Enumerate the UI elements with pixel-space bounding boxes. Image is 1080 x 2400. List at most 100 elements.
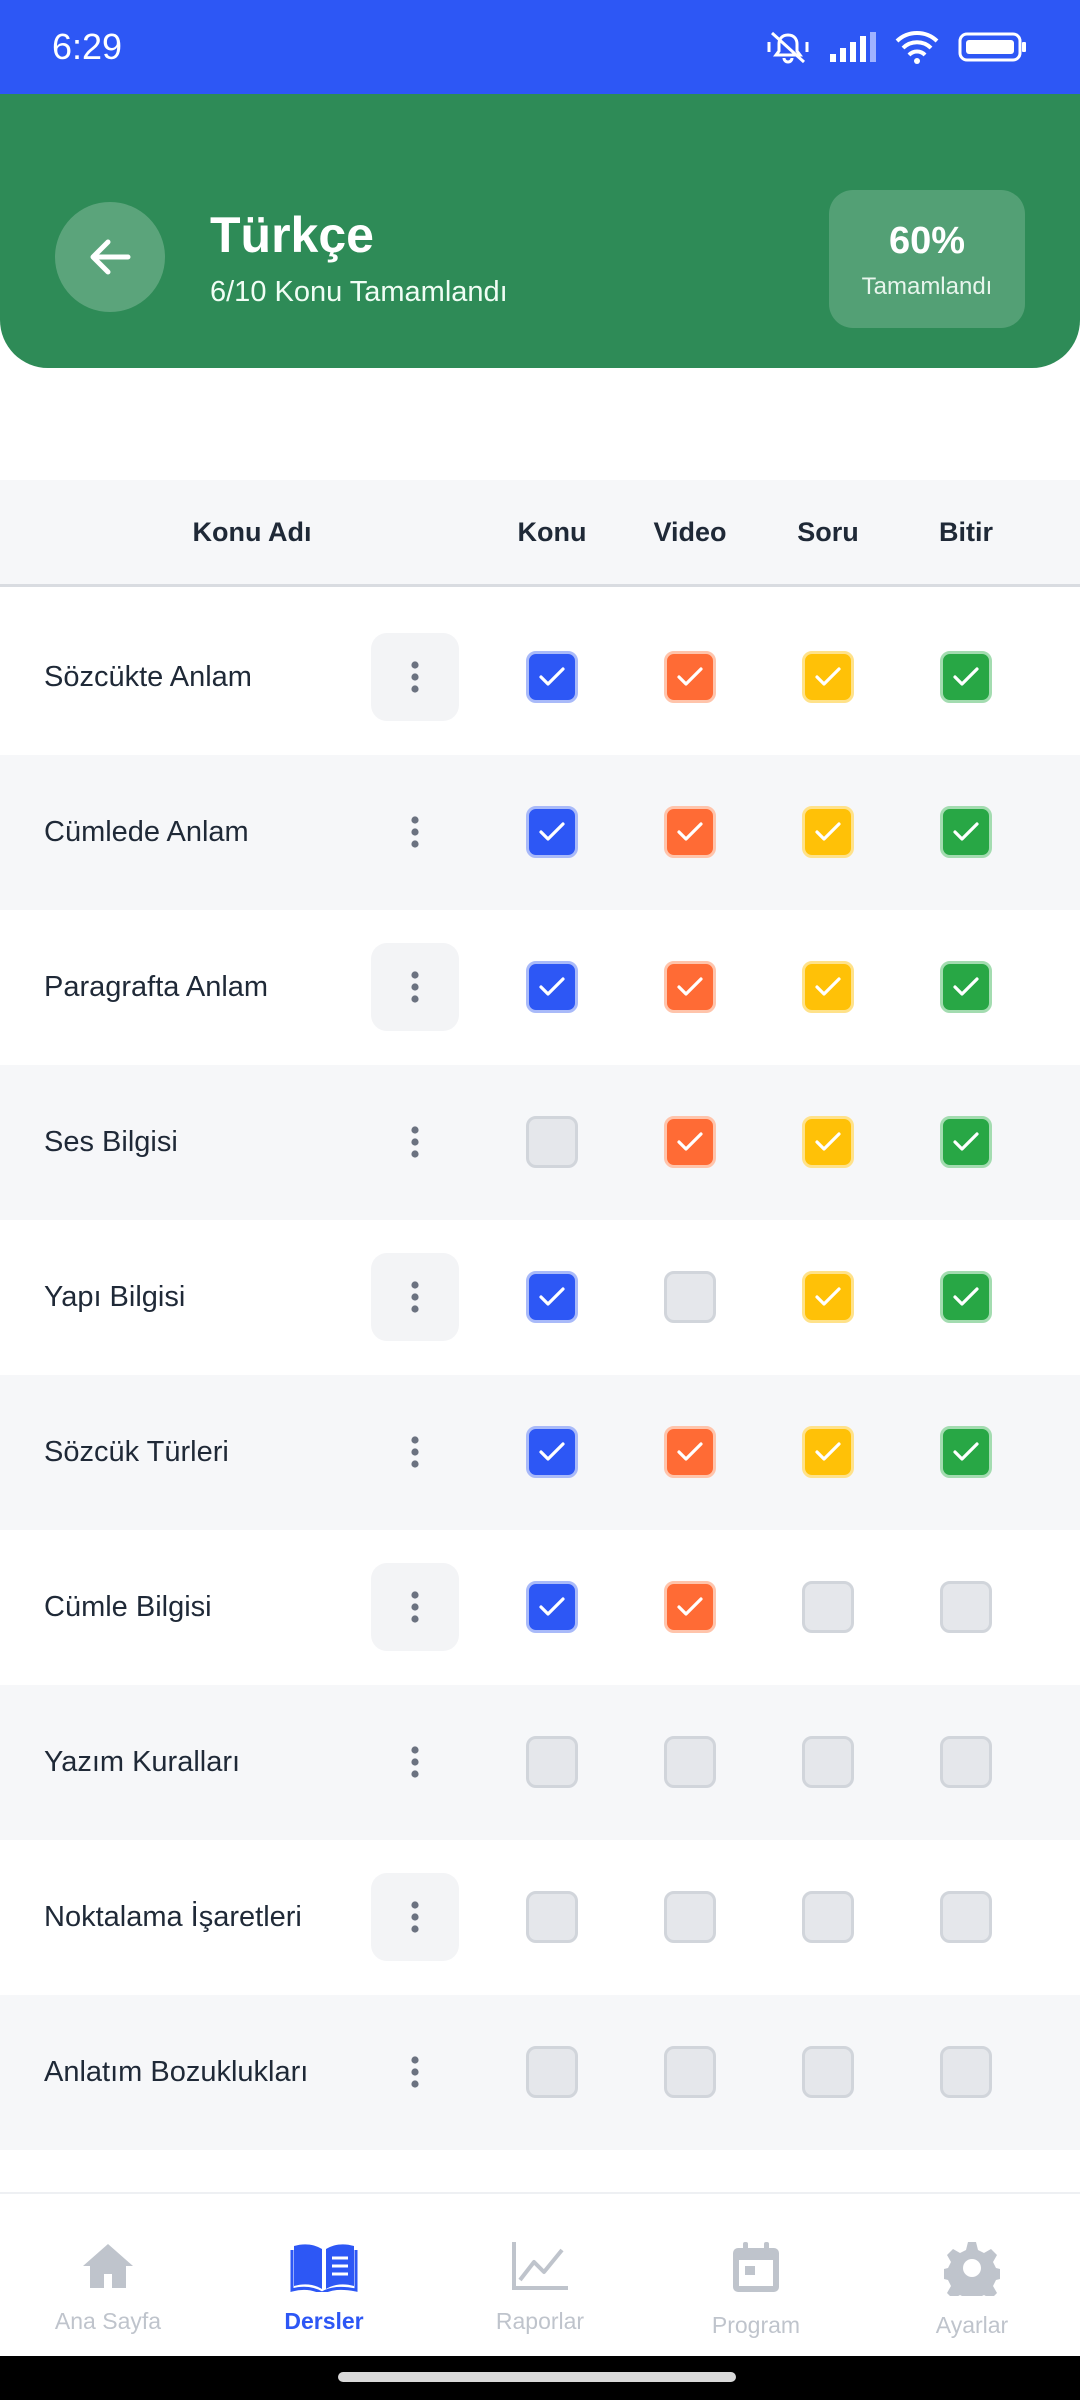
table-row: Noktalama İşaretleri: [0, 1840, 1080, 1995]
column-header-konu: Konu: [517, 517, 587, 547]
table-row: Yazım Kuralları: [0, 1685, 1080, 1840]
konu-checkbox[interactable]: [526, 1581, 578, 1633]
completion-card: 60% Tamamlandı: [829, 190, 1025, 328]
konu-checkbox[interactable]: [526, 1891, 578, 1943]
checkmark-icon: [953, 977, 979, 996]
table-header: Konu Adı Konu Video Soru Bitir: [0, 480, 1080, 587]
column-header-name: Konu Adı: [192, 517, 312, 547]
topic-name: Cümlede Anlam: [44, 816, 249, 848]
bitir-checkbox[interactable]: [940, 806, 992, 858]
soru-checkbox[interactable]: [802, 1891, 854, 1943]
progress-subtitle: 6/10 Konu Tamamlandı: [210, 276, 508, 308]
checkmark-icon: [539, 977, 565, 996]
more-vertical-icon: [411, 1436, 419, 1468]
konu-checkbox[interactable]: [526, 1271, 578, 1323]
mute-vibrate-icon: [766, 29, 810, 65]
arrow-left-icon: [90, 239, 131, 275]
more-vertical-icon: [411, 1746, 419, 1778]
bitir-checkbox[interactable]: [940, 961, 992, 1013]
video-checkbox[interactable]: [664, 1581, 716, 1633]
topic-name: Noktalama İşaretleri: [44, 1901, 302, 1933]
checkmark-icon: [953, 1132, 979, 1151]
checkmark-icon: [815, 1287, 841, 1306]
soru-checkbox[interactable]: [802, 1116, 854, 1168]
topic-name: Cümle Bilgisi: [44, 1591, 212, 1623]
topic-name: Sözcükte Anlam: [44, 661, 252, 693]
soru-checkbox[interactable]: [802, 961, 854, 1013]
soru-checkbox[interactable]: [802, 1581, 854, 1633]
konu-checkbox[interactable]: [526, 806, 578, 858]
bitir-checkbox[interactable]: [940, 1271, 992, 1323]
topic-menu-button[interactable]: [371, 1408, 459, 1496]
checkmark-icon: [815, 1442, 841, 1461]
konu-checkbox[interactable]: [526, 1116, 578, 1168]
more-vertical-icon: [411, 1591, 419, 1623]
back-button[interactable]: [55, 202, 165, 312]
bitir-checkbox[interactable]: [940, 1426, 992, 1478]
topic-menu-button[interactable]: [371, 943, 459, 1031]
video-checkbox[interactable]: [664, 1736, 716, 1788]
checkmark-icon: [539, 822, 565, 841]
bitir-checkbox[interactable]: [940, 1116, 992, 1168]
topic-menu-button[interactable]: [371, 1873, 459, 1961]
battery-icon: [958, 31, 1028, 63]
table-row: Sözcükte Anlam: [0, 600, 1080, 755]
bitir-checkbox[interactable]: [940, 651, 992, 703]
nav-item-dersler[interactable]: Dersler: [216, 2194, 432, 2358]
konu-checkbox[interactable]: [526, 1426, 578, 1478]
checkmark-icon: [953, 667, 979, 686]
checkmark-icon: [677, 667, 703, 686]
nav-item-ayarlar[interactable]: Ayarlar: [864, 2194, 1080, 2358]
bitir-checkbox[interactable]: [940, 1581, 992, 1633]
home-gesture-bar[interactable]: [338, 2372, 736, 2382]
video-checkbox[interactable]: [664, 806, 716, 858]
checkmark-icon: [677, 977, 703, 996]
soru-checkbox[interactable]: [802, 1426, 854, 1478]
konu-checkbox[interactable]: [526, 2046, 578, 2098]
konu-checkbox[interactable]: [526, 961, 578, 1013]
table-row: Ses Bilgisi: [0, 1065, 1080, 1220]
konu-checkbox[interactable]: [526, 651, 578, 703]
nav-item-ana-sayfa[interactable]: Ana Sayfa: [0, 2194, 216, 2358]
soru-checkbox[interactable]: [802, 806, 854, 858]
more-vertical-icon: [411, 1281, 419, 1313]
soru-checkbox[interactable]: [802, 1271, 854, 1323]
soru-checkbox[interactable]: [802, 2046, 854, 2098]
video-checkbox[interactable]: [664, 961, 716, 1013]
video-checkbox[interactable]: [664, 651, 716, 703]
topic-menu-button[interactable]: [371, 633, 459, 721]
table-row: Yapı Bilgisi: [0, 1220, 1080, 1375]
topic-name: Sözcük Türleri: [44, 1436, 229, 1468]
topic-menu-button[interactable]: [371, 1563, 459, 1651]
status-bar: 6:29: [0, 0, 1080, 94]
topic-menu-button[interactable]: [371, 1098, 459, 1186]
topic-menu-button[interactable]: [371, 788, 459, 876]
signal-icon: [828, 32, 876, 62]
video-checkbox[interactable]: [664, 2046, 716, 2098]
bitir-checkbox[interactable]: [940, 1891, 992, 1943]
topic-menu-button[interactable]: [371, 1253, 459, 1341]
soru-checkbox[interactable]: [802, 1736, 854, 1788]
calendar-icon: [730, 2240, 782, 2302]
more-vertical-icon: [411, 661, 419, 693]
nav-label: Ana Sayfa: [54, 2308, 162, 2334]
nav-item-program[interactable]: Program: [648, 2194, 864, 2358]
konu-checkbox[interactable]: [526, 1736, 578, 1788]
video-checkbox[interactable]: [664, 1271, 716, 1323]
video-checkbox[interactable]: [664, 1891, 716, 1943]
bitir-checkbox[interactable]: [940, 1736, 992, 1788]
book-icon: [290, 2240, 358, 2298]
topic-menu-button[interactable]: [371, 2028, 459, 2116]
nav-label: Raporlar: [495, 2308, 585, 2334]
bitir-checkbox[interactable]: [940, 2046, 992, 2098]
soru-checkbox[interactable]: [802, 651, 854, 703]
nav-item-raporlar[interactable]: Raporlar: [432, 2194, 648, 2358]
completion-percent: 60%: [888, 220, 966, 262]
table-row: Cümle Bilgisi: [0, 1530, 1080, 1685]
video-checkbox[interactable]: [664, 1116, 716, 1168]
more-vertical-icon: [411, 1126, 419, 1158]
video-checkbox[interactable]: [664, 1426, 716, 1478]
table-row: Paragrafta Anlam: [0, 910, 1080, 1065]
nav-label: Ayarlar: [935, 2312, 1009, 2338]
topic-menu-button[interactable]: [371, 1718, 459, 1806]
